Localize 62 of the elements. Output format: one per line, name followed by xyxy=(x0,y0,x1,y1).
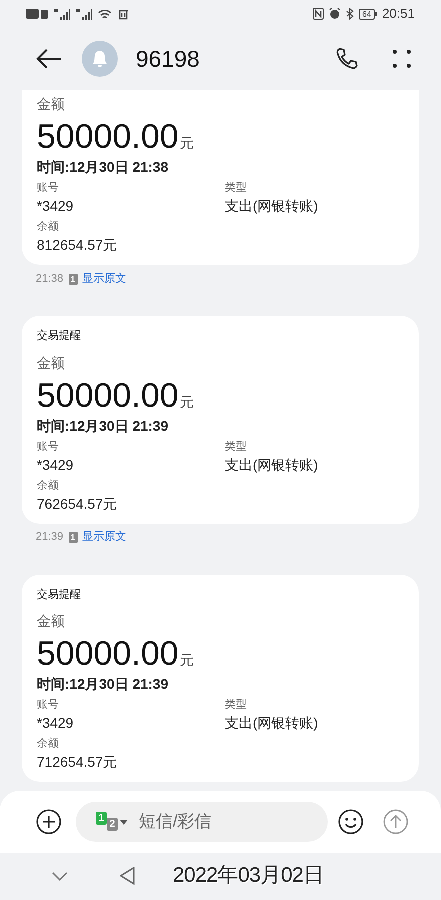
sim-badge: 1 xyxy=(68,274,78,284)
date-label: 2022年03月02日 xyxy=(173,863,324,890)
field-value: *3429 xyxy=(37,197,75,216)
sim-badge: 1 xyxy=(68,532,78,543)
avatar-icon xyxy=(82,41,118,77)
message-input[interactable]: 1 2 短信/彩信 xyxy=(76,802,328,842)
field-value: 支出(网银转账) xyxy=(225,714,320,733)
signal-icon xyxy=(54,8,70,20)
back-icon[interactable] xyxy=(36,49,62,69)
message-time: 21:38 xyxy=(36,272,64,287)
message-title: 交易提醒 xyxy=(37,588,82,602)
show-original-link[interactable]: 显示原文 xyxy=(82,270,127,288)
field-label: 金额 xyxy=(37,95,66,114)
signal-icon xyxy=(76,8,92,20)
field-value: 支出(网银转账) xyxy=(225,197,320,216)
add-icon[interactable] xyxy=(36,809,62,835)
trash-icon xyxy=(118,8,129,20)
field-label: 类型 xyxy=(225,181,248,196)
currency-unit: 元 xyxy=(180,392,194,412)
field-label: 余额 xyxy=(37,220,60,235)
more-icon[interactable] xyxy=(393,50,411,68)
chevron-down-icon[interactable] xyxy=(52,872,68,880)
back-triangle-icon[interactable] xyxy=(120,867,135,885)
currency-unit: 元 xyxy=(180,134,194,153)
field-label: 账号 xyxy=(37,440,60,454)
emoji-icon[interactable] xyxy=(338,809,364,835)
nfc-icon xyxy=(312,8,324,20)
amount-value: 50000.00 xyxy=(37,376,179,414)
currency-unit: 元 xyxy=(180,651,194,670)
send-icon[interactable] xyxy=(383,809,409,835)
field-value: 812654.57元 xyxy=(37,236,118,255)
message-time: 21:39 xyxy=(36,530,64,546)
transaction-time: 时间:12月30日 21:38 xyxy=(37,158,170,177)
field-label: 账号 xyxy=(37,181,60,196)
message-title: 交易提醒 xyxy=(37,328,82,344)
wifi-icon xyxy=(98,8,112,20)
field-label: 余额 xyxy=(37,478,60,494)
field-label: 金额 xyxy=(37,354,66,372)
field-label: 类型 xyxy=(225,698,248,713)
caret-icon[interactable] xyxy=(120,820,128,824)
status-time: 20:51 xyxy=(382,5,415,24)
amount-value: 50000.00 xyxy=(37,635,179,673)
transaction-time: 时间:12月30日 21:39 xyxy=(37,416,170,436)
field-label: 余额 xyxy=(37,737,60,752)
show-original-link[interactable]: 显示原文 xyxy=(82,529,127,546)
alarm-icon xyxy=(328,8,341,20)
contact-title: 96198 xyxy=(136,44,201,74)
field-value: *3429 xyxy=(37,714,75,733)
sim-badge[interactable]: 2 xyxy=(107,818,118,831)
sim-badge[interactable]: 1 xyxy=(96,812,107,825)
field-value: 762654.57元 xyxy=(37,494,118,514)
field-value: 712654.57元 xyxy=(37,753,118,772)
field-value: 支出(网银转账) xyxy=(225,456,320,474)
amount-value: 50000.00 xyxy=(37,118,179,156)
battery-level: 64 xyxy=(358,8,376,20)
bluetooth-icon xyxy=(346,8,354,20)
field-label: 类型 xyxy=(225,440,248,454)
transaction-time: 时间:12月30日 21:39 xyxy=(37,675,170,694)
field-label: 账号 xyxy=(37,698,60,713)
field-value: *3429 xyxy=(37,456,75,474)
field-label: 金额 xyxy=(37,612,66,631)
phone-icon[interactable] xyxy=(335,47,359,71)
